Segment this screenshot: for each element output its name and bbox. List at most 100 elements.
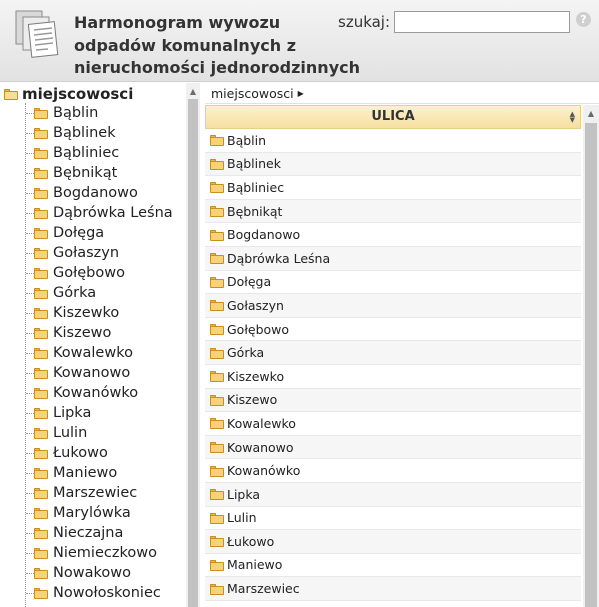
tree-item[interactable]: Lulin: [26, 423, 87, 443]
tree-connector: [26, 572, 34, 574]
list-row[interactable]: Bąbliniec: [205, 176, 581, 200]
tree-item-label: Dołęga: [53, 225, 105, 241]
tree-connector: [26, 352, 34, 354]
list-row[interactable]: Bąblin: [205, 129, 581, 153]
folder-icon: [34, 528, 48, 539]
folder-icon: [210, 442, 224, 454]
breadcrumb-separator-icon: ▶: [297, 88, 304, 98]
list-row-label: Dąbrówka Leśna: [227, 250, 331, 266]
tree-item[interactable]: Maniewo: [26, 463, 117, 483]
tree-item[interactable]: Kowanówko: [26, 383, 138, 403]
list-row-label: Bąbliniec: [227, 179, 285, 195]
tree-item[interactable]: Gołaszyn: [26, 243, 119, 263]
tree-item-label: Gołaszyn: [53, 245, 120, 261]
list-row[interactable]: Gołaszyn: [205, 294, 581, 318]
tree-item[interactable]: Łukowo: [26, 443, 108, 463]
folder-icon: [34, 448, 48, 459]
help-icon[interactable]: ?: [576, 12, 591, 27]
breadcrumb-item-miejscowosci[interactable]: miejscowosci: [211, 86, 294, 101]
tree-connector: [26, 512, 34, 514]
scroll-up-arrow-icon[interactable]: ▲: [583, 107, 599, 121]
folder-icon: [34, 348, 48, 359]
folder-icon: [210, 371, 224, 383]
tree-item[interactable]: Niemieczkowo: [26, 543, 157, 563]
tree-item[interactable]: Górka: [26, 283, 96, 303]
street-column-header[interactable]: ULICA ▲ ▼: [205, 105, 581, 129]
list-row-label: Górka: [227, 345, 265, 361]
tree-connector: [26, 272, 34, 274]
tree-item[interactable]: Bębnikąt: [26, 163, 117, 183]
list-row[interactable]: Lulin: [205, 506, 581, 531]
search-input[interactable]: [394, 11, 570, 33]
sort-icon[interactable]: ▲ ▼: [570, 111, 575, 124]
folder-icon: [34, 268, 48, 279]
list-row[interactable]: Łukowo: [205, 530, 581, 554]
tree-scrollbar-thumb[interactable]: [188, 99, 198, 607]
list-row-label: Marszewiec: [227, 581, 300, 597]
tree-item[interactable]: Dąbrówka Leśna: [26, 203, 173, 223]
list-row[interactable]: Kowalewko: [205, 412, 581, 436]
list-row[interactable]: Lipka: [205, 482, 581, 507]
list-row[interactable]: Maniewo: [205, 553, 581, 578]
list-row[interactable]: Bogdanowo: [205, 223, 581, 247]
list-row-label: Kowanówko: [227, 463, 301, 479]
tree-item-label: Bąblin: [53, 105, 99, 121]
folder-icon: [34, 228, 48, 239]
tree-item[interactable]: Lipka: [26, 403, 91, 423]
folder-icon: [210, 536, 224, 548]
tree-item-label: Lipka: [53, 405, 92, 421]
tree-item-label: Maniewo: [53, 465, 118, 481]
tree-item[interactable]: Kowanowo: [26, 363, 130, 383]
tree-item[interactable]: Bogdanowo: [26, 183, 138, 203]
folder-icon: [210, 300, 224, 312]
folder-icon: [210, 324, 224, 336]
tree-connector: [26, 152, 34, 154]
tree-item-label: Gołębowo: [53, 265, 125, 281]
tree-item[interactable]: Nowakowo: [26, 563, 131, 583]
scroll-up-arrow-icon[interactable]: ▲: [186, 85, 200, 99]
list-row-label: Maniewo: [227, 557, 283, 573]
list-row[interactable]: Kiszewko: [205, 364, 581, 389]
list-row[interactable]: Dołęga: [205, 270, 581, 295]
tree-connector: [26, 212, 34, 214]
folder-icon: [34, 428, 48, 439]
tree-connector: [26, 552, 34, 554]
tree-item[interactable]: Kiszewko: [26, 303, 119, 323]
search-label: szukaj:: [338, 13, 391, 31]
tree-item[interactable]: Marylówka: [26, 503, 131, 523]
list-row[interactable]: Dąbrówka Leśna: [205, 246, 581, 271]
tree-scrollbar[interactable]: ▲: [186, 83, 200, 607]
tree-item-label: Bębnikąt: [53, 165, 118, 181]
list-scrollbar[interactable]: ▲: [583, 105, 599, 607]
tree-root-miejscowosci[interactable]: miejscowosci: [4, 85, 133, 103]
tree-item[interactable]: Dołęga: [26, 223, 104, 243]
tree-item-label: Niemieczkowo: [53, 545, 157, 561]
tree-item[interactable]: Nowołoskoniec: [26, 583, 161, 603]
list-row-label: Bębnikąt: [227, 203, 283, 219]
list-row[interactable]: Górka: [205, 341, 581, 365]
tree-item[interactable]: Marszewiec: [26, 483, 137, 503]
tree-connector: [26, 232, 34, 234]
tree-item[interactable]: Nieczajna: [26, 523, 123, 543]
list-row-label: Kiszewko: [227, 368, 285, 384]
list-row[interactable]: Bąblinek: [205, 152, 581, 177]
list-row[interactable]: Gołębowo: [205, 317, 581, 342]
tree-connector: [26, 132, 34, 134]
folder-icon: [34, 108, 48, 119]
list-row[interactable]: Marszewiec: [205, 577, 581, 601]
tree-item[interactable]: Bąblin: [26, 103, 98, 123]
tree-item[interactable]: Bąbliniec: [26, 143, 119, 163]
tree-item[interactable]: Kowalewko: [26, 343, 133, 363]
list-row[interactable]: Kiszewo: [205, 388, 581, 413]
list-row[interactable]: Kowanowo: [205, 435, 581, 460]
tree-item[interactable]: Kiszewo: [26, 323, 111, 343]
list-scrollbar-thumb[interactable]: [585, 123, 597, 607]
tree-item[interactable]: Gołębowo: [26, 263, 125, 283]
page-title: Harmonogram wywozu odpadów komunalnych z…: [74, 13, 360, 77]
tree-connector: [26, 452, 34, 454]
folder-icon: [210, 418, 224, 430]
list-row[interactable]: Bębnikąt: [205, 199, 581, 224]
folder-icon: [210, 253, 224, 265]
list-row[interactable]: Kowanówko: [205, 459, 581, 483]
tree-item[interactable]: Bąblinek: [26, 123, 116, 143]
